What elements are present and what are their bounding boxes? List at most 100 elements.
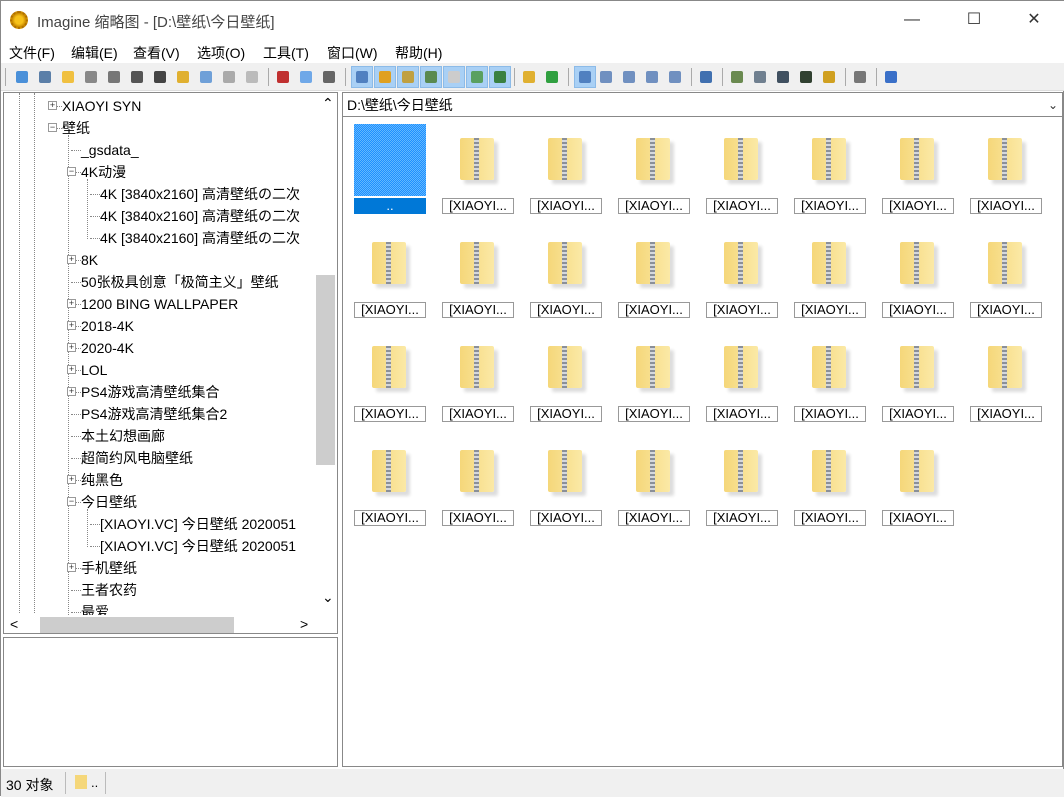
zip-folder-item[interactable]: [XIAOYI... — [792, 332, 868, 428]
list-view-button[interactable] — [643, 68, 661, 86]
scroll-down-icon[interactable]: ⌄ — [322, 589, 334, 606]
scroll-up-icon[interactable]: ⌃ — [322, 95, 334, 112]
chevron-down-icon[interactable]: ⌄ — [1048, 93, 1058, 117]
tree-expander-icon[interactable]: + — [67, 475, 76, 484]
tree-expander-icon[interactable]: + — [67, 321, 76, 330]
tree-node[interactable]: 壁纸 — [62, 117, 90, 139]
edit-tags-button[interactable] — [820, 68, 838, 86]
tree-node[interactable]: PS4游戏高清壁纸集合 — [81, 381, 219, 403]
tree-node[interactable]: 2018-4K — [81, 315, 134, 337]
cut-button[interactable] — [274, 68, 292, 86]
copy-button[interactable] — [297, 68, 315, 86]
zip-folder-item[interactable]: [XIAOYI... — [880, 436, 956, 532]
close-button[interactable]: ✕ — [1011, 1, 1057, 39]
tree-node[interactable]: 4K [3840x2160] 高清壁纸の二次 — [100, 227, 300, 249]
zip-folder-item[interactable]: [XIAOYI... — [792, 124, 868, 220]
zip-folder-item[interactable]: [XIAOYI... — [616, 228, 692, 324]
show-tree-button[interactable] — [374, 66, 396, 88]
tree-node[interactable]: 50张极具创意「极简主义」壁纸 — [81, 271, 279, 293]
zip-folder-item[interactable]: [XIAOYI... — [528, 332, 604, 428]
wrench-button[interactable] — [697, 68, 715, 86]
batch-convert-button[interactable] — [728, 68, 746, 86]
filmstrip-button[interactable] — [797, 68, 815, 86]
zip-folder-item[interactable]: [XIAOYI... — [616, 436, 692, 532]
tree-node[interactable]: 今日壁纸 — [81, 491, 137, 513]
small-buttons-view-icon[interactable] — [620, 68, 638, 86]
tree-node[interactable]: _gsdata_ — [81, 139, 139, 161]
zip-folder-item[interactable]: [XIAOYI... — [616, 124, 692, 220]
zip-folder-item[interactable]: [XIAOYI... — [352, 332, 428, 428]
tree-node[interactable]: 本土幻想画廊 — [81, 425, 165, 447]
menu-item[interactable]: 帮助(H) — [395, 43, 442, 63]
options-button[interactable] — [851, 68, 869, 86]
tree-node[interactable]: PS4游戏高清壁纸集合2 — [81, 403, 227, 425]
tree-node[interactable]: 手机壁纸 — [81, 557, 137, 579]
show-preview-button[interactable] — [420, 66, 442, 88]
zip-folder-item[interactable]: [XIAOYI... — [704, 436, 780, 532]
menu-item[interactable]: 查看(V) — [133, 43, 180, 63]
tree-node[interactable]: [XIAOYI.VC] 今日壁纸 2020051 — [100, 535, 296, 557]
refresh-button[interactable] — [543, 68, 561, 86]
tree-node[interactable]: 4K [3840x2160] 高清壁纸の二次 — [100, 205, 300, 227]
show-grid-button[interactable] — [443, 66, 465, 88]
rename-button[interactable] — [197, 68, 215, 86]
zip-folder-item[interactable]: [XIAOYI... — [704, 332, 780, 428]
tree-vertical-scrollbar[interactable]: ⌃ ⌄ — [316, 93, 337, 615]
tree-expander-icon[interactable]: + — [67, 299, 76, 308]
tree-node[interactable]: 4K动漫 — [81, 161, 126, 183]
zip-folder-item[interactable]: [XIAOYI... — [880, 228, 956, 324]
path-combobox[interactable]: D:\壁纸\今日壁纸 ⌄ — [343, 93, 1062, 117]
zip-folder-item[interactable]: [XIAOYI... — [968, 228, 1044, 324]
tree-expander-icon[interactable]: + — [67, 343, 76, 352]
tree-horizontal-scrollbar[interactable]: < > — [4, 615, 337, 633]
zip-folder-item[interactable]: [XIAOYI... — [616, 332, 692, 428]
menu-item[interactable]: 窗口(W) — [327, 43, 378, 63]
zip-folder-item[interactable]: [XIAOYI... — [880, 332, 956, 428]
tree-expander-icon[interactable]: + — [67, 563, 76, 572]
tree-node[interactable]: 1200 BING WALLPAPER — [81, 293, 238, 315]
tree-node[interactable]: 8K — [81, 249, 98, 271]
zip-folder-item[interactable]: [XIAOYI... — [968, 124, 1044, 220]
details-view-button[interactable] — [666, 68, 684, 86]
zip-folder-item[interactable]: [XIAOYI... — [968, 332, 1044, 428]
show-thumbnail-button[interactable] — [466, 66, 488, 88]
zip-folder-item[interactable]: [XIAOYI... — [792, 228, 868, 324]
tree-node[interactable]: 纯黑色 — [81, 469, 123, 491]
show-toolbar-button[interactable] — [351, 66, 373, 88]
zip-folder-item[interactable]: [XIAOYI... — [528, 124, 604, 220]
tree-expander-icon[interactable]: + — [48, 101, 57, 110]
camera-info-button[interactable] — [151, 68, 169, 86]
tree-expander-icon[interactable]: − — [67, 497, 76, 506]
parent-folder-item[interactable]: .. — [352, 124, 428, 220]
menu-item[interactable]: 编辑(E) — [71, 43, 118, 63]
maximize-button[interactable]: ☐ — [951, 1, 997, 39]
batch-rename-button[interactable] — [751, 68, 769, 86]
vertical-scroll-thumb[interactable] — [316, 275, 335, 465]
tree-expander-icon[interactable]: − — [67, 167, 76, 176]
print-button[interactable] — [105, 68, 123, 86]
save-button[interactable] — [82, 68, 100, 86]
info-button[interactable] — [128, 68, 146, 86]
menu-item[interactable]: 文件(F) — [9, 43, 55, 63]
zip-folder-item[interactable]: [XIAOYI... — [440, 436, 516, 532]
new-folder-button[interactable] — [174, 68, 192, 86]
horizontal-scroll-thumb[interactable] — [40, 617, 234, 633]
paste-button[interactable] — [320, 68, 338, 86]
zip-folder-item[interactable]: [XIAOYI... — [792, 436, 868, 532]
scroll-right-icon[interactable]: > — [300, 616, 308, 632]
screen-capture-button[interactable] — [774, 68, 792, 86]
slideshow-button[interactable] — [36, 68, 54, 86]
tree-node[interactable]: 王者农药 — [81, 579, 137, 601]
tree-node[interactable]: 2020-4K — [81, 337, 134, 359]
tree-expander-icon[interactable]: + — [67, 255, 76, 264]
tree-node[interactable]: [XIAOYI.VC] 今日壁纸 2020051 — [100, 513, 296, 535]
tree-expander-icon[interactable]: + — [67, 365, 76, 374]
zip-folder-item[interactable]: [XIAOYI... — [880, 124, 956, 220]
minimize-button[interactable]: — — [889, 1, 935, 39]
show-info-button[interactable] — [397, 66, 419, 88]
tree-node[interactable]: XIAOYI SYN — [62, 95, 141, 117]
delete-button[interactable] — [220, 68, 238, 86]
zip-folder-item[interactable]: [XIAOYI... — [440, 228, 516, 324]
thumbnails-view-button[interactable] — [574, 66, 596, 88]
zip-folder-item[interactable]: [XIAOYI... — [352, 228, 428, 324]
